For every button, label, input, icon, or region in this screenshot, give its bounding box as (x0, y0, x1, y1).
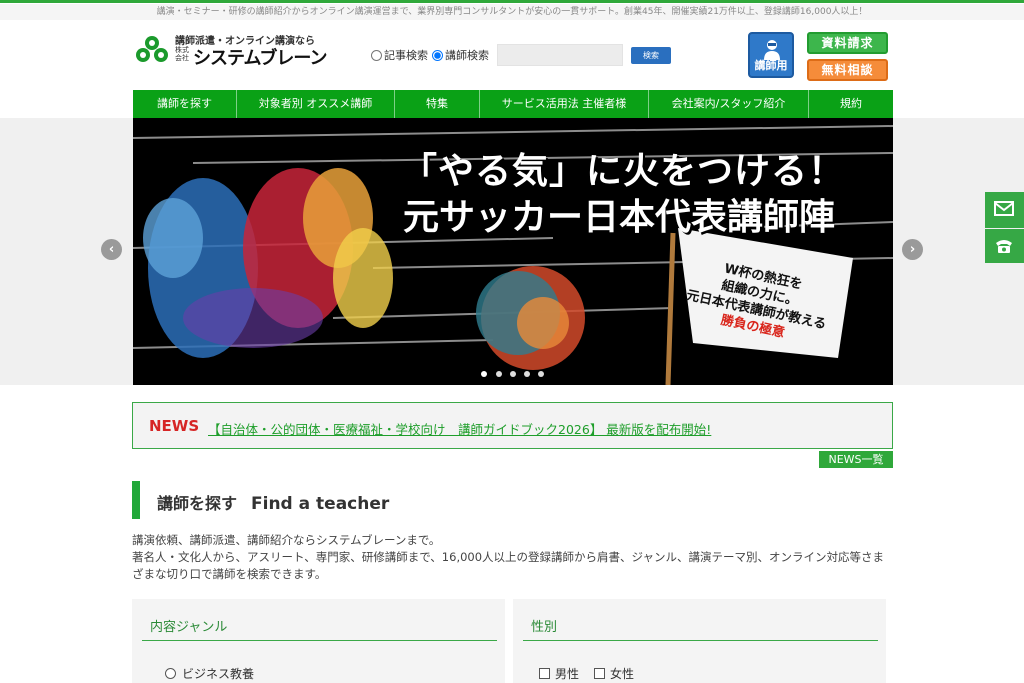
genre-filter-panel: 内容ジャンル ビジネス教養 (132, 599, 505, 683)
lecturer-person-icon (764, 40, 780, 60)
slider-dot-5[interactable] (538, 371, 544, 377)
section-title-ja: 講師を探す (157, 494, 238, 513)
site-logo[interactable]: 講師派遣・オンライン講演なら 株式会社 システムブレーン (135, 32, 327, 70)
radio-lecturer-search-label: 講師検索 (445, 49, 489, 62)
nav-item-features[interactable]: 特集 (395, 90, 480, 118)
radio-lecturer-search-input[interactable] (432, 49, 443, 61)
logo-mark-icon (136, 36, 168, 62)
female-checkbox[interactable] (594, 668, 605, 679)
genre-panel-divider (142, 640, 497, 641)
section-intro: 講演依頼、講師派遣、講師紹介ならシステムブレーンまで。 著名人・文化人から、アス… (132, 532, 892, 583)
gender-filter-panel: 性別 男性 女性 (513, 599, 886, 683)
logo-kabushiki: 株式会社 (175, 46, 189, 62)
search-input[interactable] (497, 44, 623, 66)
search-button[interactable]: 検索 (631, 46, 671, 64)
nav-item-terms[interactable]: 規約 (809, 90, 893, 118)
slider-dot-4[interactable] (524, 371, 530, 377)
slider-prev-arrow-icon[interactable]: ‹ (101, 239, 122, 260)
hero-title-line1: 「やる気」に火をつける！ (401, 151, 846, 192)
intro-line-1: 講演依頼、講師派遣、講師紹介ならシステムブレーンまで。 (132, 533, 441, 547)
side-mail-button[interactable] (985, 192, 1024, 228)
lecturer-login-button[interactable]: 講師用 (748, 32, 794, 78)
gender-panel-divider (523, 640, 878, 641)
radio-article-search[interactable]: 記事検索 (371, 47, 428, 63)
document-request-button[interactable]: 資料請求 (807, 32, 888, 54)
nav-item-service-usage[interactable]: サービス活用法 主催者様 (480, 90, 649, 118)
logo-company-name: システムブレーン (193, 48, 327, 69)
gender-option-female[interactable]: 女性 (594, 665, 634, 682)
news-list-button[interactable]: NEWS一覧 (819, 451, 893, 468)
mail-icon (994, 201, 1014, 216)
site-tagline: 講演・セミナー・研修の講師紹介からオンライン講演運営まで、業界別専門コンサルタン… (0, 4, 1024, 20)
genre-radio[interactable] (165, 668, 176, 679)
genre-option-business[interactable]: ビジネス教養 (165, 665, 254, 682)
gender-option-male[interactable]: 男性 (539, 665, 579, 682)
nav-item-company-info[interactable]: 会社案内/スタッフ紹介 (649, 90, 809, 118)
nav-item-recommended-by-audience[interactable]: 対象者別 オススメ講師 (237, 90, 395, 118)
female-label: 女性 (610, 667, 635, 681)
nav-item-find-lecturer[interactable]: 講師を探す (133, 90, 237, 118)
hero-banner[interactable]: 「やる気」に火をつける！ 元サッカー日本代表講師陣 W杯の熱狂を 組織の力に。 … (133, 118, 893, 385)
genre-option-label: ビジネス教養 (182, 667, 255, 681)
news-headline-link[interactable]: 【自治体・公的団体・医療福祉・学校向け 講師ガイドブック2026】 最新版を配布… (208, 419, 711, 438)
radio-article-search-input[interactable] (371, 49, 382, 61)
news-box: NEWS 【自治体・公的団体・医療福祉・学校向け 講師ガイドブック2026】 最… (132, 402, 893, 449)
section-title: 講師を探す Find a teacher (157, 490, 389, 514)
free-consultation-button[interactable]: 無料相談 (807, 59, 888, 81)
slider-dot-1[interactable] (481, 371, 487, 377)
hero-title-line2: 元サッカー日本代表講師陣 (403, 197, 836, 238)
main-nav: 講師を探す 対象者別 オススメ講師 特集 サービス活用法 主催者様 会社案内/ス… (133, 90, 893, 118)
slider-next-arrow-icon[interactable]: › (902, 239, 923, 260)
male-label: 男性 (555, 667, 580, 681)
top-accent-line (0, 0, 1024, 3)
genre-panel-title: 内容ジャンル (150, 620, 228, 635)
side-phone-button[interactable] (985, 229, 1024, 263)
slider-dot-3[interactable] (510, 371, 516, 377)
phone-icon (996, 240, 1012, 253)
news-label: NEWS (149, 417, 200, 435)
intro-line-2: 著名人・文化人から、アスリート、専門家、研修講師まで、16,000人以上の登録講… (132, 550, 884, 581)
slider-dot-2[interactable] (496, 371, 502, 377)
search-area: 記事検索 講師検索 検索 (371, 43, 671, 67)
radio-article-search-label: 記事検索 (384, 49, 428, 62)
section-accent-bar (132, 481, 140, 519)
gender-panel-title: 性別 (531, 620, 558, 635)
section-title-en: Find a teacher (251, 494, 390, 514)
male-checkbox[interactable] (539, 668, 550, 679)
radio-lecturer-search[interactable]: 講師検索 (432, 47, 489, 63)
